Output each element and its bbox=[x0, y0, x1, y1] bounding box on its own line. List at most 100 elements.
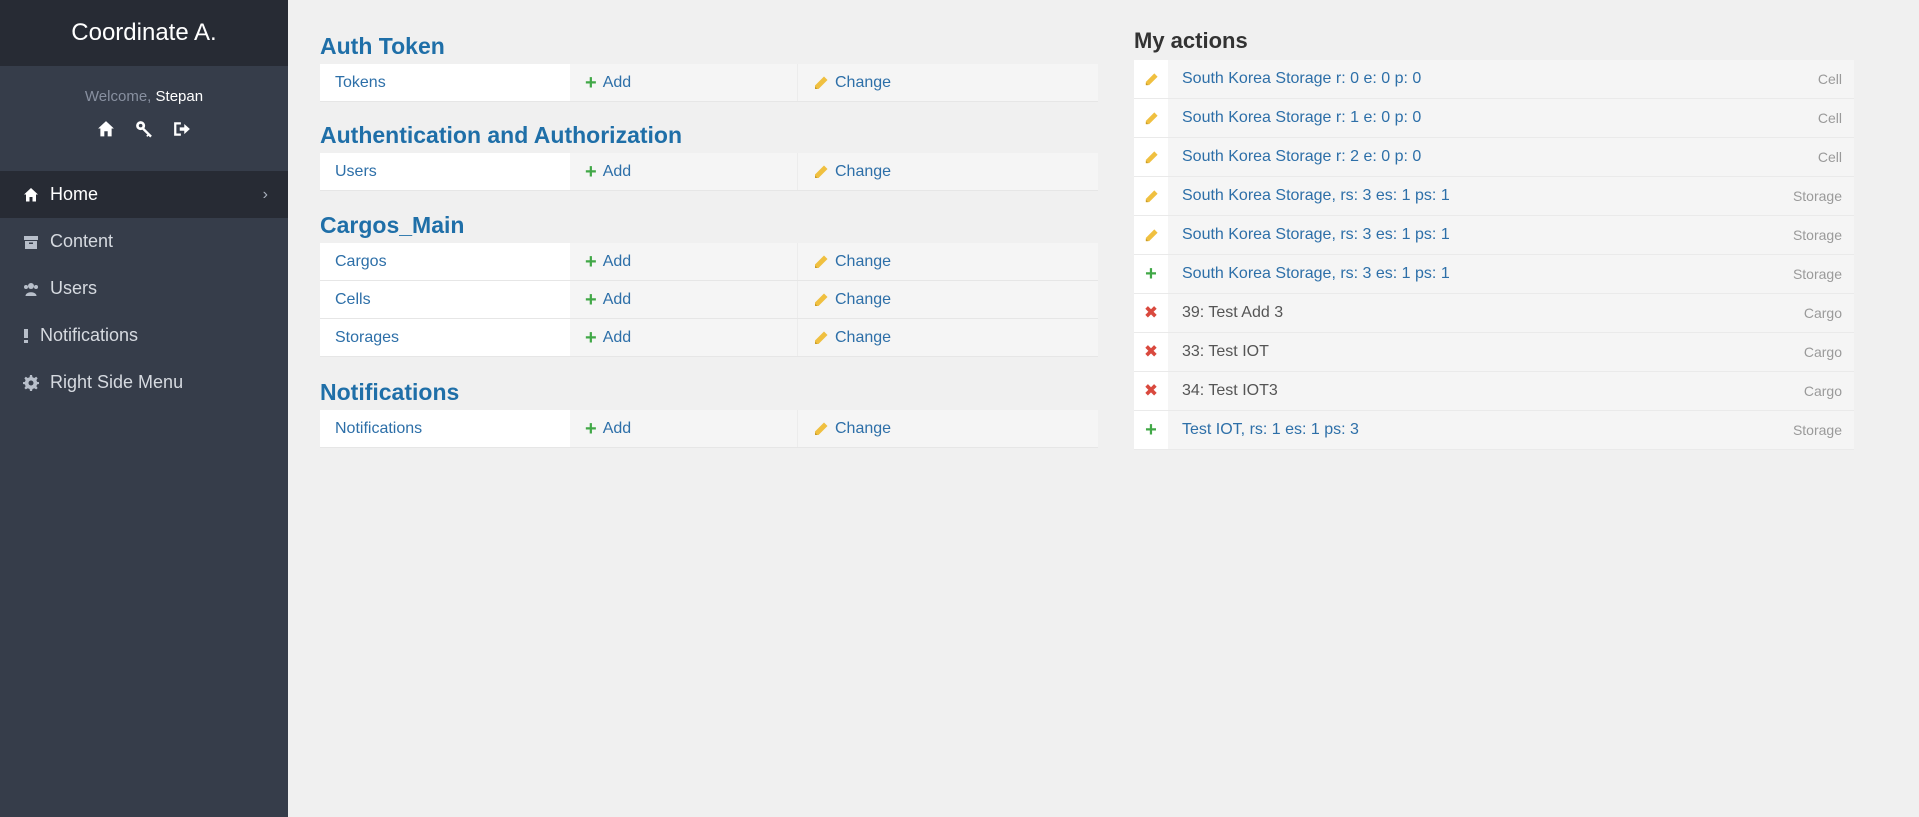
sidebar-item-users[interactable]: Users bbox=[0, 265, 288, 312]
archive-icon bbox=[22, 233, 40, 251]
module-cargos-main: Cargos_Main Cargos + Add Change Cells + … bbox=[320, 210, 1098, 357]
change-button[interactable]: Change bbox=[798, 319, 1098, 356]
change-button[interactable]: Change bbox=[798, 281, 1098, 318]
module-notifications: Notifications Notifications + Add Change bbox=[320, 377, 1098, 448]
table-row: Notifications + Add Change bbox=[320, 410, 1098, 448]
exclamation-icon bbox=[22, 327, 30, 345]
list-item: ✖ 39: Test Add 3 Cargo bbox=[1134, 294, 1854, 333]
table-row: Storages + Add Change bbox=[320, 319, 1098, 357]
action-content-type: Storage bbox=[1792, 227, 1842, 243]
list-item: South Korea Storage r: 2 e: 0 p: 0 Cell bbox=[1134, 138, 1854, 177]
sidebar-item-label: Notifications bbox=[40, 325, 139, 345]
sidebar-item-content[interactable]: Content bbox=[0, 218, 288, 265]
action-link[interactable]: South Korea Storage r: 1 e: 0 p: 0 bbox=[1168, 99, 1734, 137]
pencil-icon bbox=[813, 330, 829, 346]
pencil-icon bbox=[1134, 177, 1168, 215]
add-label: Add bbox=[602, 73, 632, 91]
pencil-icon bbox=[813, 75, 829, 91]
add-button[interactable]: + Add bbox=[570, 64, 798, 101]
key-icon[interactable] bbox=[135, 120, 153, 138]
action-content-type: Cargo bbox=[1803, 383, 1842, 399]
list-item: South Korea Storage r: 0 e: 0 p: 0 Cell bbox=[1134, 60, 1854, 99]
home-icon bbox=[22, 186, 40, 204]
pencil-icon bbox=[813, 421, 829, 437]
logout-icon[interactable] bbox=[173, 120, 191, 138]
action-link[interactable]: South Korea Storage r: 0 e: 0 p: 0 bbox=[1168, 60, 1734, 98]
change-button[interactable]: Change bbox=[798, 153, 1098, 190]
change-button[interactable]: Change bbox=[798, 64, 1098, 101]
action-link[interactable]: Test IOT, rs: 1 es: 1 ps: 3 bbox=[1168, 411, 1734, 449]
action-link[interactable]: South Korea Storage, rs: 3 es: 1 ps: 1 bbox=[1168, 216, 1734, 254]
change-label: Change bbox=[835, 328, 892, 346]
model-link-tokens[interactable]: Tokens bbox=[320, 64, 570, 101]
home-icon[interactable] bbox=[97, 120, 115, 138]
action-content-type: Storage bbox=[1792, 422, 1842, 438]
sidebar-item-notifications[interactable]: Notifications bbox=[0, 312, 288, 359]
sidebar-nav: Home › Content Users Notifications Right… bbox=[0, 171, 288, 406]
change-button[interactable]: Change bbox=[798, 410, 1098, 447]
welcome-label: Welcome, bbox=[84, 88, 152, 105]
sidebar: Coordinate A. Welcome, Stepan Home › Con… bbox=[0, 0, 288, 817]
change-label: Change bbox=[835, 73, 892, 91]
module-title[interactable]: Auth Token bbox=[320, 31, 1098, 61]
gear-icon bbox=[22, 374, 40, 392]
sidebar-item-label: Users bbox=[50, 278, 98, 298]
module-auth-token: Auth Token Tokens + Add Change bbox=[320, 31, 1098, 102]
delete-icon: ✖ bbox=[1134, 372, 1168, 410]
action-content-type: Cargo bbox=[1803, 344, 1842, 360]
change-label: Change bbox=[835, 290, 892, 308]
pencil-icon bbox=[813, 292, 829, 308]
chevron-right-icon: › bbox=[262, 185, 268, 203]
pencil-icon bbox=[1134, 216, 1168, 254]
sidebar-item-home[interactable]: Home › bbox=[0, 171, 288, 218]
welcome-message: Welcome, Stepan bbox=[0, 88, 288, 105]
change-label: Change bbox=[835, 252, 892, 270]
plus-icon: + bbox=[1134, 411, 1168, 449]
model-link-storages[interactable]: Storages bbox=[320, 319, 570, 356]
action-text: 34: Test IOT3 bbox=[1182, 382, 1278, 399]
module-title[interactable]: Cargos_Main bbox=[320, 210, 1098, 240]
plus-icon: + bbox=[585, 417, 597, 440]
action-link[interactable]: South Korea Storage, rs: 3 es: 1 ps: 1 bbox=[1168, 177, 1734, 215]
action-link[interactable]: South Korea Storage, rs: 3 es: 1 ps: 1 bbox=[1168, 255, 1734, 293]
list-item: + Test IOT, rs: 1 es: 1 ps: 3 Storage bbox=[1134, 411, 1854, 450]
pencil-icon bbox=[1134, 99, 1168, 137]
model-link-cargos[interactable]: Cargos bbox=[320, 243, 570, 280]
brand-title[interactable]: Coordinate A. bbox=[0, 0, 288, 66]
add-button[interactable]: + Add bbox=[570, 281, 798, 318]
plus-icon: + bbox=[585, 160, 597, 183]
table-row: Cargos + Add Change bbox=[320, 243, 1098, 281]
action-content-type: Cell bbox=[1817, 110, 1842, 126]
change-button[interactable]: Change bbox=[798, 243, 1098, 280]
list-item: South Korea Storage, rs: 3 es: 1 ps: 1 St… bbox=[1134, 177, 1854, 216]
model-link-notifications[interactable]: Notifications bbox=[320, 410, 570, 447]
module-title[interactable]: Notifications bbox=[320, 377, 1098, 407]
action-content-type: Storage bbox=[1792, 188, 1842, 204]
sidebar-item-label: Right Side Menu bbox=[50, 372, 184, 392]
recent-actions-list: South Korea Storage r: 0 e: 0 p: 0 Cell So… bbox=[1134, 60, 1854, 450]
add-button[interactable]: + Add bbox=[570, 410, 798, 447]
module-title[interactable]: Authentication and Authorization bbox=[320, 120, 1098, 150]
username: Stepan bbox=[155, 88, 204, 105]
list-item: South Korea Storage r: 1 e: 0 p: 0 Cell bbox=[1134, 99, 1854, 138]
sidebar-item-label: Home bbox=[50, 184, 99, 204]
action-content-type: Cell bbox=[1817, 71, 1842, 87]
action-link[interactable]: South Korea Storage r: 2 e: 0 p: 0 bbox=[1168, 138, 1734, 176]
model-link-cells[interactable]: Cells bbox=[320, 281, 570, 318]
add-label: Add bbox=[602, 419, 632, 437]
delete-icon: ✖ bbox=[1134, 333, 1168, 371]
plus-icon: + bbox=[585, 71, 597, 94]
model-link-users[interactable]: Users bbox=[320, 153, 570, 190]
pencil-icon bbox=[813, 164, 829, 180]
user-tools bbox=[0, 119, 288, 139]
sidebar-item-right-side-menu[interactable]: Right Side Menu bbox=[0, 359, 288, 406]
plus-icon: + bbox=[585, 326, 597, 349]
add-button[interactable]: + Add bbox=[570, 243, 798, 280]
pencil-icon bbox=[1134, 60, 1168, 98]
table-row: Cells + Add Change bbox=[320, 281, 1098, 319]
list-item: ✖ 34: Test IOT3 Cargo bbox=[1134, 372, 1854, 411]
add-button[interactable]: + Add bbox=[570, 153, 798, 190]
users-icon bbox=[22, 280, 40, 298]
add-button[interactable]: + Add bbox=[570, 319, 798, 356]
action-content-type: Storage bbox=[1792, 266, 1842, 282]
